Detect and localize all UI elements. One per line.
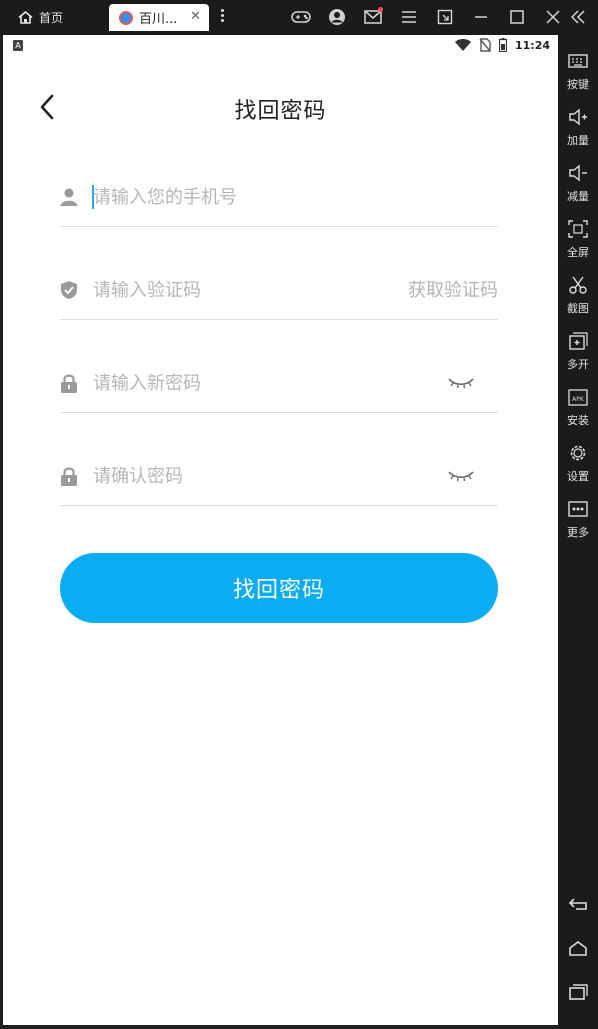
new-password-field[interactable]: 请输入新密码 — [60, 353, 498, 413]
eye-closed-icon[interactable] — [448, 376, 474, 390]
window-mode-icon[interactable] — [434, 6, 456, 28]
app-tab-label: 百川... — [139, 12, 178, 27]
home-icon — [18, 11, 33, 24]
lock-icon — [61, 467, 77, 486]
user-avatar-icon[interactable] — [326, 6, 348, 28]
close-icon[interactable] — [542, 6, 564, 28]
recents-icon — [569, 984, 588, 1000]
sidebar-label: 安装 — [567, 414, 589, 427]
scissors-icon — [569, 276, 587, 294]
emulator-sidebar: 按键 加量 减量 全屏 截图 多开 APK 安装 设置 更多 — [558, 35, 598, 1029]
back-icon — [568, 898, 587, 910]
sidebar-item-volume-down[interactable]: 减量 — [558, 164, 598, 204]
sidebar-label: 设置 — [567, 470, 589, 483]
phone-field[interactable]: 请输入您的手机号 — [60, 167, 498, 227]
mail-icon[interactable] — [362, 6, 384, 28]
tab-close-icon[interactable]: ✕ — [190, 9, 201, 24]
sidebar-item-volume-up[interactable]: 加量 — [558, 108, 598, 148]
sidebar-item-install[interactable]: APK 安装 — [558, 388, 598, 428]
phone-input-placeholder: 请输入您的手机号 — [93, 187, 237, 208]
get-code-button[interactable]: 获取验证码 — [408, 276, 498, 302]
maximize-icon[interactable] — [506, 6, 528, 28]
emulator-title-bar: 首页 百川... ✕ — [0, 0, 598, 35]
collapse-sidebar-icon[interactable] — [569, 9, 589, 25]
gamepad-icon[interactable] — [290, 6, 312, 28]
app-tab[interactable]: 百川... ✕ — [109, 4, 209, 31]
fullscreen-icon — [568, 220, 588, 238]
app-logo-icon — [119, 10, 133, 25]
keyboard-icon — [568, 54, 588, 68]
more-icon — [568, 501, 588, 517]
status-bar: A 11:24 — [3, 35, 558, 57]
tab-menu-icon[interactable] — [219, 7, 225, 27]
verification-code-field[interactable]: 请输入验证码 获取验证码 — [60, 260, 498, 320]
eye-closed-icon[interactable] — [448, 469, 474, 483]
sidebar-item-settings[interactable]: 设置 — [558, 444, 598, 484]
multi-instance-icon — [569, 332, 588, 350]
sidebar-label: 加量 — [567, 134, 589, 147]
home-tab[interactable]: 首页 — [18, 9, 63, 26]
nav-home-button[interactable] — [558, 939, 598, 963]
phone-screen: A 11:24 找回密码 请输入您的手机号 请输入验证码 获取验证码 请输入新密… — [3, 35, 558, 1025]
page-title: 找回密码 — [234, 99, 327, 124]
recover-password-button[interactable]: 找回密码 — [60, 553, 498, 623]
no-sim-icon — [479, 38, 491, 52]
sidebar-item-screenshot[interactable]: 截图 — [558, 276, 598, 316]
volume-up-icon — [569, 108, 587, 126]
sidebar-label: 截图 — [567, 302, 589, 315]
sidebar-label: 更多 — [567, 526, 589, 539]
user-icon — [60, 188, 78, 206]
volume-down-icon — [569, 164, 587, 182]
wifi-icon — [454, 39, 471, 51]
home-icon — [569, 941, 587, 956]
home-tab-label: 首页 — [39, 11, 64, 25]
sidebar-label: 多开 — [567, 358, 589, 371]
svg-text:APK: APK — [572, 396, 585, 403]
notification-a-icon: A — [13, 40, 23, 51]
confirm-password-field[interactable]: 请确认密码 — [60, 446, 498, 506]
sidebar-label: 按键 — [567, 78, 589, 91]
gear-icon — [570, 445, 586, 461]
apk-install-icon: APK — [568, 389, 588, 406]
notification-dot — [378, 7, 383, 12]
menu-icon[interactable] — [398, 6, 420, 28]
battery-icon — [498, 38, 507, 52]
sidebar-item-multi[interactable]: 多开 — [558, 332, 598, 372]
shield-check-icon — [61, 281, 77, 299]
sidebar-label: 全屏 — [567, 246, 589, 259]
status-time: 11:24 — [514, 38, 550, 52]
code-input-placeholder: 请输入验证码 — [93, 280, 201, 301]
new-password-placeholder: 请输入新密码 — [93, 373, 201, 394]
lock-icon — [61, 374, 77, 393]
nav-recents-button[interactable] — [558, 983, 598, 1007]
minimize-icon[interactable] — [470, 6, 492, 28]
confirm-password-placeholder: 请确认密码 — [93, 466, 183, 487]
nav-back-button[interactable] — [558, 895, 598, 919]
sidebar-item-keys[interactable]: 按键 — [558, 52, 598, 92]
sidebar-item-fullscreen[interactable]: 全屏 — [558, 220, 598, 260]
sidebar-item-more[interactable]: 更多 — [558, 500, 598, 540]
sidebar-label: 减量 — [567, 190, 589, 203]
